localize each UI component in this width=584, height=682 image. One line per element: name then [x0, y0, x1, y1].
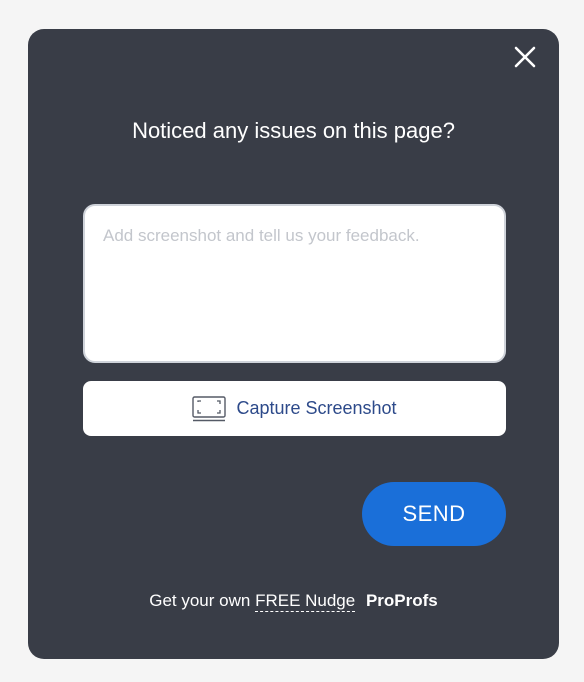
- send-button[interactable]: SEND: [362, 482, 506, 546]
- footer-prefix: Get your own: [149, 591, 251, 610]
- dialog-title: Noticed any issues on this page?: [132, 118, 455, 143]
- capture-screenshot-label: Capture Screenshot: [236, 398, 397, 418]
- close-icon: [514, 46, 536, 68]
- close-button[interactable]: [513, 45, 537, 69]
- footer-promo: Get your own FREE Nudge ProProfs: [28, 590, 559, 612]
- proprofs-brand-link[interactable]: ProProfs: [366, 591, 438, 610]
- feedback-field-wrapper: [83, 204, 506, 363]
- free-nudge-link[interactable]: FREE Nudge: [255, 591, 356, 612]
- screenshot-icon: [192, 395, 227, 421]
- capture-screenshot-button[interactable]: Capture Screenshot: [83, 381, 506, 436]
- feedback-input[interactable]: [85, 206, 504, 361]
- feedback-dialog: Noticed any issues on this page? Capture…: [28, 29, 559, 659]
